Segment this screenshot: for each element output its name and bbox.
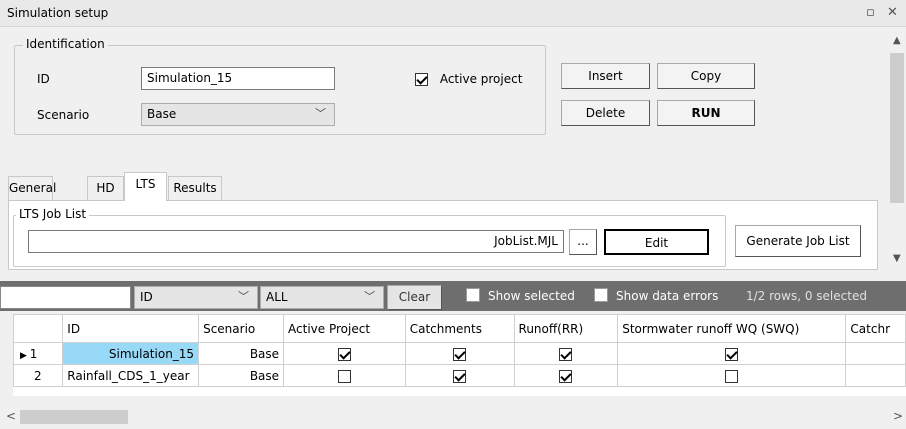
cell-catchments[interactable]	[404, 364, 515, 387]
cell-swq[interactable]	[617, 364, 847, 387]
catchments-checkbox[interactable]	[453, 347, 467, 361]
row-number[interactable]: 2	[13, 364, 64, 387]
column-header-rowselector[interactable]	[13, 314, 64, 343]
data-grid: ID Scenario Active Project Catchments Ru…	[13, 314, 906, 396]
close-icon[interactable]: ✕	[887, 5, 898, 21]
id-label: ID	[37, 72, 50, 86]
cell-id[interactable]: Simulation_15	[62, 342, 200, 365]
browse-button[interactable]: ...	[569, 229, 597, 255]
run-button[interactable]: RUN	[657, 100, 755, 126]
cell-swq[interactable]	[617, 342, 847, 365]
active-project-checkbox[interactable]	[337, 369, 351, 383]
scenario-value: Base	[147, 107, 177, 121]
horizontal-scrollbar[interactable]: < >	[0, 405, 906, 429]
search-input[interactable]	[0, 286, 131, 309]
swq-checkbox[interactable]	[725, 347, 739, 361]
row-number[interactable]: ▶ 1	[13, 342, 64, 365]
generate-job-list-button[interactable]: Generate Job List	[735, 225, 861, 257]
show-errors-toggle[interactable]: Show data errors	[594, 286, 718, 309]
column-header-active-project[interactable]: Active Project	[283, 314, 406, 343]
job-list-field[interactable]: JobList.MJL	[28, 230, 564, 253]
show-selected-checkbox[interactable]	[466, 288, 480, 302]
scope-select-value: ALL	[266, 290, 288, 304]
scrollbar-thumb[interactable]	[890, 53, 904, 203]
tab-general[interactable]: General	[8, 176, 56, 200]
runoff-checkbox[interactable]	[559, 369, 573, 383]
edit-button[interactable]: Edit	[604, 229, 709, 255]
scroll-right-icon[interactable]: >	[893, 409, 903, 423]
scenario-select[interactable]: Base ﹀	[141, 103, 335, 126]
current-row-icon: ▶	[20, 350, 30, 361]
column-header-swq[interactable]: Stormwater runoff WQ (SWQ)	[617, 314, 847, 343]
table-header-row: ID Scenario Active Project Catchments Ru…	[13, 314, 906, 343]
setup-form: Identification ID Simulation_15 Scenario…	[0, 27, 888, 275]
cell-catchr[interactable]	[845, 342, 906, 365]
chevron-down-icon: ﹀	[315, 107, 326, 120]
delete-button[interactable]: Delete	[561, 100, 650, 126]
tab-results[interactable]: Results	[168, 176, 222, 200]
show-selected-label: Show selected	[488, 289, 575, 303]
hscrollbar-thumb[interactable]	[20, 410, 128, 424]
data-table: ID Scenario Active Project Catchments Ru…	[13, 314, 906, 387]
cell-scenario[interactable]: Base	[198, 364, 285, 387]
vertical-scrollbar[interactable]: ▲ ▼	[888, 27, 906, 275]
table-row[interactable]: 2 Rainfall_CDS_1_year Base	[13, 364, 906, 387]
filter-bar: ID ﹀ ALL ﹀ Clear Show selected Show data…	[0, 281, 906, 311]
cell-catchr[interactable]	[845, 364, 906, 387]
lts-job-list-group: LTS Job List JobList.MJL ... Edit	[13, 207, 726, 267]
tab-lts[interactable]: LTS	[124, 172, 167, 201]
cell-runoff[interactable]	[513, 342, 619, 365]
table-row[interactable]: ▶ 1 Simulation_15 Base	[13, 342, 906, 365]
cell-runoff[interactable]	[513, 364, 619, 387]
runoff-checkbox[interactable]	[559, 347, 573, 361]
show-errors-checkbox[interactable]	[594, 288, 608, 302]
title-bar: Simulation setup ▫ ✕	[0, 0, 906, 27]
cell-active-project[interactable]	[283, 342, 406, 365]
lts-job-list-legend: LTS Job List	[16, 207, 90, 221]
cell-id[interactable]: Rainfall_CDS_1_year	[62, 364, 200, 387]
show-errors-label: Show data errors	[616, 289, 719, 303]
scope-select[interactable]: ALL ﹀	[260, 286, 384, 309]
swq-checkbox[interactable]	[725, 369, 739, 383]
active-project-toggle[interactable]: Active project	[415, 72, 522, 86]
scroll-left-icon[interactable]: <	[6, 409, 16, 423]
tab-hd[interactable]: HD	[87, 176, 124, 200]
field-select-value: ID	[140, 290, 153, 304]
column-header-catchments[interactable]: Catchments	[404, 314, 515, 343]
row-count-status: 1/2 rows, 0 selected	[746, 289, 867, 303]
scenario-label: Scenario	[37, 108, 90, 122]
active-project-label: Active project	[439, 72, 523, 86]
column-header-catchr[interactable]: Catchr	[845, 314, 906, 343]
copy-button[interactable]: Copy	[657, 63, 755, 89]
show-selected-toggle[interactable]: Show selected	[466, 286, 575, 309]
maximize-icon[interactable]: ▫	[866, 5, 875, 21]
chevron-down-icon: ﹀	[364, 290, 375, 303]
catchments-checkbox[interactable]	[453, 369, 467, 383]
insert-button[interactable]: Insert	[561, 63, 650, 89]
scroll-up-icon[interactable]: ▲	[893, 35, 901, 46]
chevron-down-icon: ﹀	[238, 290, 249, 303]
active-project-checkbox[interactable]	[415, 73, 428, 86]
lts-tab-panel: LTS Job List JobList.MJL ... Edit Genera…	[8, 200, 878, 270]
id-field[interactable]: Simulation_15	[141, 67, 335, 90]
cell-catchments[interactable]	[404, 342, 515, 365]
scroll-down-icon[interactable]: ▼	[893, 253, 901, 264]
column-header-scenario[interactable]: Scenario	[198, 314, 285, 343]
window-title: Simulation setup	[7, 6, 109, 20]
column-header-runoff[interactable]: Runoff(RR)	[513, 314, 619, 343]
active-project-checkbox[interactable]	[337, 347, 351, 361]
cell-active-project[interactable]	[283, 364, 406, 387]
cell-scenario[interactable]: Base	[198, 342, 285, 365]
field-select[interactable]: ID ﹀	[134, 286, 258, 309]
identification-legend: Identification	[23, 37, 108, 51]
clear-button[interactable]: Clear	[387, 285, 442, 310]
identification-group: Identification ID Simulation_15 Scenario…	[14, 37, 546, 135]
column-header-id[interactable]: ID	[62, 314, 200, 343]
